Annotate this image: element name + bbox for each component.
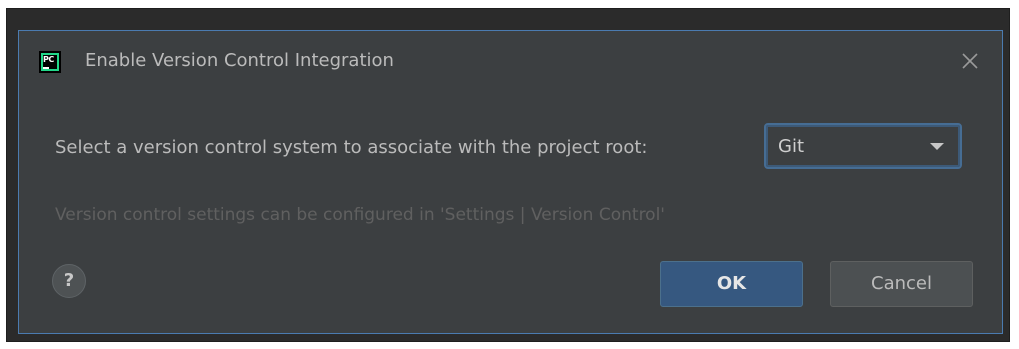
vcs-select-value: Git [778, 136, 805, 157]
chevron-down-icon [930, 143, 944, 150]
app-icon-bar [43, 67, 49, 69]
settings-hint-text: Version control settings can be configur… [55, 205, 665, 225]
enable-vcs-dialog: PC Enable Version Control Integration Se… [18, 30, 1003, 334]
vcs-prompt-label: Select a version control system to assoc… [55, 137, 648, 158]
dialog-titlebar: PC Enable Version Control Integration [19, 31, 1002, 91]
help-button[interactable]: ? [52, 264, 86, 298]
ok-button[interactable]: OK [660, 261, 803, 307]
close-icon[interactable] [958, 49, 982, 73]
vcs-select-dropdown[interactable]: Git [764, 123, 962, 169]
cancel-button[interactable]: Cancel [830, 261, 973, 307]
dialog-title: Enable Version Control Integration [85, 50, 394, 71]
close-icon-svg [962, 53, 978, 69]
pycharm-app-icon: PC [39, 51, 61, 73]
